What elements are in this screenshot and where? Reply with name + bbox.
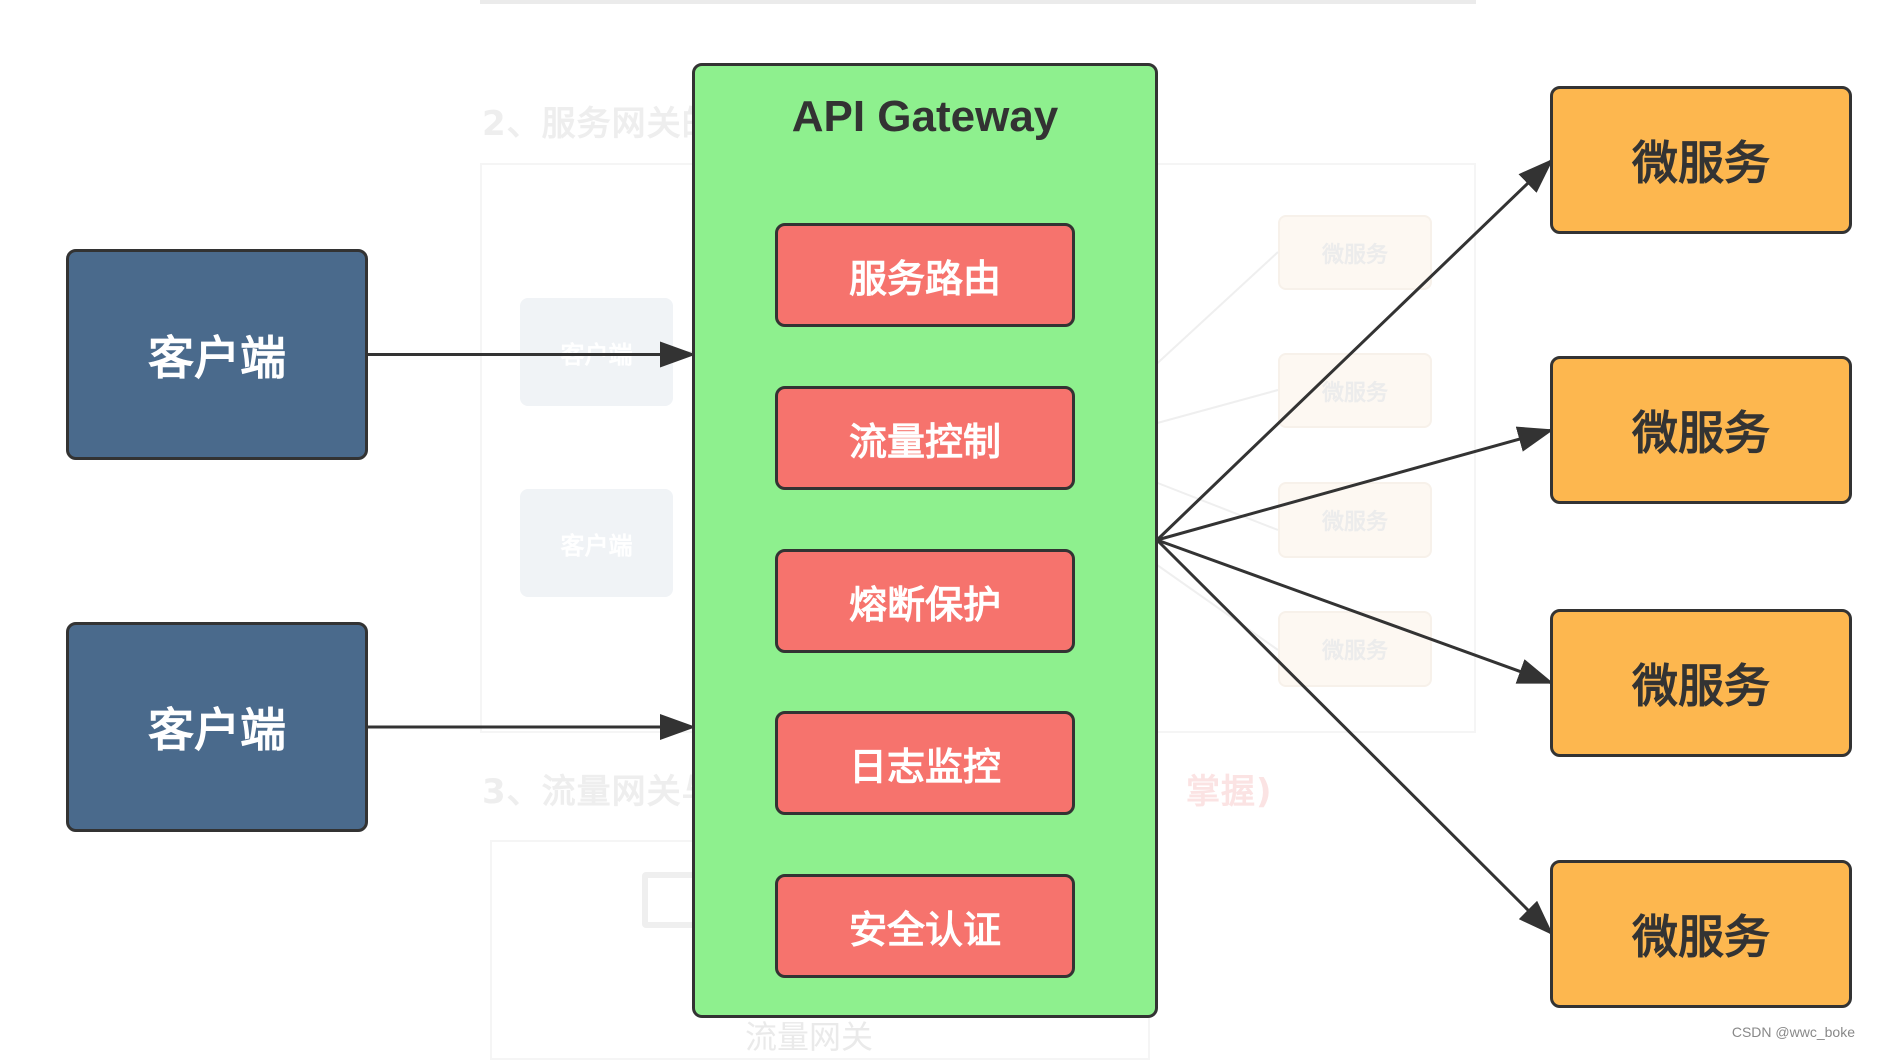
background-microservice-1: 微服务 — [1278, 215, 1432, 290]
module-label: 日志监控 — [848, 744, 1001, 789]
module-log-monitoring[interactable]: 日志监控 — [775, 711, 1075, 815]
microservice-node[interactable]: 微服务 — [1550, 860, 1852, 1008]
microservice-node[interactable]: 微服务 — [1550, 609, 1852, 757]
module-label: 安全认证 — [848, 907, 1001, 952]
background-microservice-4: 微服务 — [1278, 611, 1432, 687]
background-heading-2: 2、服务网关的 — [482, 104, 717, 144]
module-security-auth[interactable]: 安全认证 — [775, 874, 1075, 978]
module-label: 服务路由 — [848, 256, 1001, 301]
microservice-node[interactable]: 微服务 — [1550, 356, 1852, 504]
background-microservice-2: 微服务 — [1278, 353, 1432, 428]
background-client-1: 客户端 — [520, 298, 673, 406]
microservice-label: 微服务 — [1632, 659, 1770, 713]
module-service-routing[interactable]: 服务路由 — [775, 223, 1075, 327]
microservice-label: 微服务 — [1632, 136, 1770, 190]
client-label: 客户端 — [148, 330, 286, 385]
microservice-node[interactable]: 微服务 — [1550, 86, 1852, 234]
client-label: 客户端 — [148, 703, 286, 757]
client-node[interactable]: 客户端 — [66, 249, 368, 460]
background-microservice-3: 微服务 — [1278, 482, 1432, 558]
client-node[interactable]: 客户端 — [66, 622, 368, 832]
microservice-label: 微服务 — [1632, 910, 1770, 964]
background-top-bar — [480, 0, 1476, 4]
gateway-title: API Gateway — [791, 92, 1059, 141]
microservice-label: 微服务 — [1632, 406, 1770, 460]
module-label: 流量控制 — [848, 419, 1001, 464]
module-circuit-breaker[interactable]: 熔断保护 — [775, 549, 1075, 653]
background-heading-3-suffix: 掌握) — [1186, 772, 1273, 812]
api-gateway-node[interactable]: API Gateway 服务路由 流量控制 熔断保护 日志监控 安全认证 — [692, 63, 1158, 1018]
background-client-2: 客户端 — [520, 489, 673, 597]
background-bottom-label: 流量网关 — [745, 1018, 874, 1056]
background-heading-3: 3、流量网关与 — [482, 772, 717, 812]
watermark: CSDN @wwc_boke — [1731, 1024, 1855, 1040]
module-traffic-control[interactable]: 流量控制 — [775, 386, 1075, 490]
module-label: 熔断保护 — [848, 582, 1001, 627]
